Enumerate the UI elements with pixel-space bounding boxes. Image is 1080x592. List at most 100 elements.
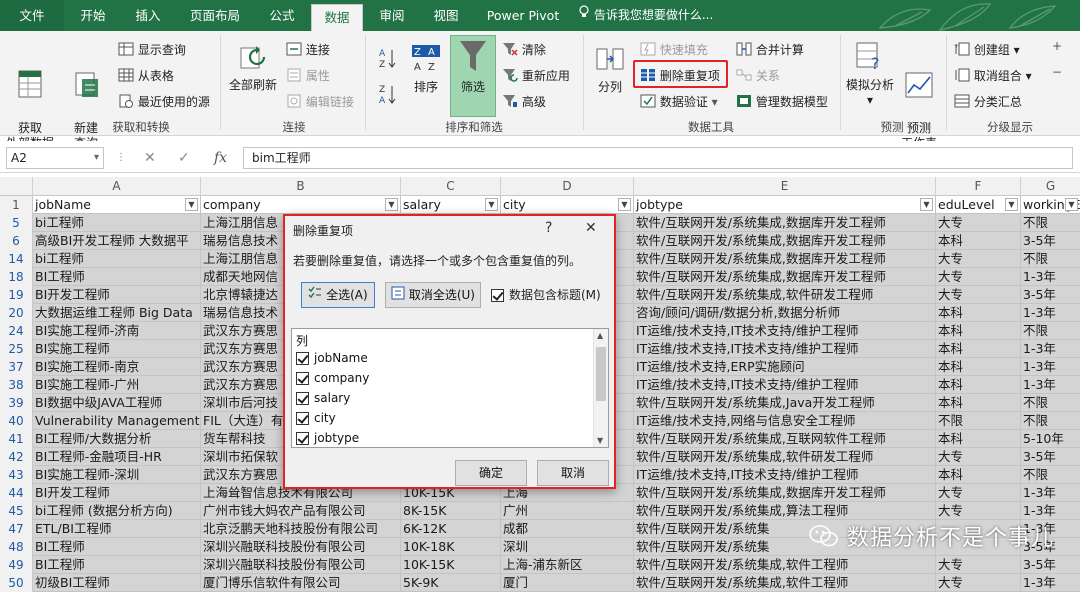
sort-asc-icon[interactable]: AZ: [378, 47, 396, 72]
row-header[interactable]: 38: [0, 376, 33, 394]
select-all-button[interactable]: 全选(A): [301, 282, 375, 308]
row-header[interactable]: 19: [0, 286, 33, 304]
cell-workingexp[interactable]: 不限: [1021, 214, 1080, 232]
tab-data[interactable]: 数据: [311, 4, 363, 31]
tab-view[interactable]: 视图: [420, 0, 472, 31]
cell-workingexp[interactable]: 1-3年: [1021, 502, 1080, 520]
cell-workingexp[interactable]: 1-3年: [1021, 574, 1080, 592]
cell-workingexp[interactable]: 不限: [1021, 466, 1080, 484]
cell-salary[interactable]: 8K-15K: [401, 502, 501, 520]
cell-jobname[interactable]: BI实施工程师-深圳: [33, 466, 201, 484]
cell-edulevel[interactable]: 本科: [936, 466, 1021, 484]
cell-city[interactable]: 广州: [501, 502, 634, 520]
cell-jobtype[interactable]: 软件/互联网开发/系统集成,算法工程师: [634, 502, 936, 520]
tab-file[interactable]: 文件: [0, 0, 64, 31]
cell-jobtype[interactable]: 软件/互联网开发/系统集成,数据库开发工程师: [634, 250, 936, 268]
filter-dropdown-button[interactable]: ▼: [385, 198, 398, 211]
cell-company[interactable]: 厦门博乐信软件有限公司: [201, 574, 401, 592]
cell-edulevel[interactable]: 本科: [936, 304, 1021, 322]
enter-icon[interactable]: ✓: [178, 147, 190, 169]
column-header-f[interactable]: F: [936, 177, 1021, 196]
cell-edulevel[interactable]: 大专: [936, 250, 1021, 268]
cell-jobname[interactable]: bi工程师 (数据分析方向): [33, 502, 201, 520]
hide-detail-icon[interactable]: −: [1052, 65, 1062, 79]
cell-edulevel[interactable]: 本科: [936, 394, 1021, 412]
header-cell-city[interactable]: city: [501, 196, 634, 214]
close-button[interactable]: ✕: [585, 220, 597, 236]
what-if-analysis-button[interactable]: ? 模拟分析 ▾: [844, 41, 896, 108]
cell-workingexp[interactable]: 1-3年: [1021, 484, 1080, 502]
row-header[interactable]: 40: [0, 412, 33, 430]
sort-desc-icon[interactable]: ZA: [378, 83, 396, 108]
cell-jobname[interactable]: bi工程师: [33, 214, 201, 232]
cell-jobtype[interactable]: IT运维/技术支持,IT技术支持/维护工程师: [634, 322, 936, 340]
cell-jobname[interactable]: BI数据中级JAVA工程师: [33, 394, 201, 412]
cell-jobname[interactable]: Vulnerability Management: [33, 412, 201, 430]
clear-filter-button[interactable]: 清除: [502, 41, 546, 59]
row-header[interactable]: 47: [0, 520, 33, 538]
cell-jobtype[interactable]: 软件/互联网开发/系统集成,数据库开发工程师: [634, 214, 936, 232]
cancel-icon[interactable]: ✕: [144, 147, 156, 169]
row-header[interactable]: 50: [0, 574, 33, 592]
cell-jobtype[interactable]: 软件/互联网开发/系统集成,数据库开发工程师: [634, 484, 936, 502]
cell-jobtype[interactable]: 软件/互联网开发/系统集成,Java开发工程师: [634, 394, 936, 412]
tell-me-box[interactable]: 告诉我您想要做什么...: [578, 0, 713, 31]
row-header[interactable]: 39: [0, 394, 33, 412]
get-external-data-button[interactable]: 获取 外部数据: [2, 39, 58, 151]
data-validation-button[interactable]: 数据验证 ▾: [640, 93, 718, 111]
column-header-e[interactable]: E: [634, 177, 936, 196]
text-to-columns-button[interactable]: 分列: [590, 45, 630, 95]
cell-jobtype[interactable]: 软件/互联网开发/系统集成,软件工程师: [634, 556, 936, 574]
list-item-company[interactable]: company: [296, 371, 369, 385]
sort-button[interactable]: ZAAZ 排序: [404, 43, 448, 95]
cell-jobtype[interactable]: 软件/互联网开发/系统集成,软件研发工程师: [634, 286, 936, 304]
cell-workingexp[interactable]: 不限: [1021, 412, 1080, 430]
name-box[interactable]: A2 ▾: [6, 147, 104, 169]
header-cell-jobtype[interactable]: jobtype: [634, 196, 936, 214]
list-item-jobtype[interactable]: jobtype: [296, 431, 359, 445]
scrollbar-thumb[interactable]: [596, 347, 606, 401]
cell-jobtype[interactable]: 咨询/顾问/调研/数据分析,数据分析师: [634, 304, 936, 322]
cancel-button[interactable]: 取消: [537, 460, 609, 486]
advanced-filter-button[interactable]: 高级: [502, 93, 546, 111]
row-header[interactable]: 1: [0, 196, 33, 214]
cell-salary[interactable]: 10K-15K: [401, 556, 501, 574]
help-button[interactable]: ?: [545, 220, 552, 236]
cell-jobname[interactable]: BI工程师: [33, 268, 201, 286]
row-header[interactable]: 42: [0, 448, 33, 466]
row-header[interactable]: 41: [0, 430, 33, 448]
filter-dropdown-button[interactable]: ▼: [185, 198, 198, 211]
list-item-city[interactable]: city: [296, 411, 336, 425]
row-header[interactable]: 45: [0, 502, 33, 520]
header-cell-jobname[interactable]: jobName: [33, 196, 201, 214]
cell-workingexp[interactable]: 1-3年: [1021, 268, 1080, 286]
cell-edulevel[interactable]: 大专: [936, 502, 1021, 520]
recent-sources-button[interactable]: 最近使用的源: [118, 93, 210, 111]
cell-jobname[interactable]: BI工程师: [33, 556, 201, 574]
row-header[interactable]: 5: [0, 214, 33, 232]
manage-data-model-button[interactable]: 管理数据模型: [736, 93, 828, 111]
column-header-d[interactable]: D: [501, 177, 634, 196]
cell-salary[interactable]: 5K-9K: [401, 574, 501, 592]
filter-dropdown-button[interactable]: ▼: [485, 198, 498, 211]
ok-button[interactable]: 确定: [455, 460, 527, 486]
row-header[interactable]: 20: [0, 304, 33, 322]
cell-jobtype[interactable]: 软件/互联网开发/系统集成,数据库开发工程师: [634, 268, 936, 286]
reapply-button[interactable]: 重新应用: [502, 67, 570, 85]
edit-links-button[interactable]: 编辑链接: [286, 93, 354, 111]
subtotal-button[interactable]: 分类汇总: [954, 93, 1022, 111]
cell-salary[interactable]: 6K-12K: [401, 520, 501, 538]
list-item-jobname[interactable]: jobName: [296, 351, 368, 365]
cell-workingexp[interactable]: 不限: [1021, 322, 1080, 340]
cell-salary[interactable]: 10K-18K: [401, 538, 501, 556]
tab-page-layout[interactable]: 页面布局: [176, 0, 254, 31]
has-header-checkbox[interactable]: 数据包含标题(M): [491, 286, 601, 303]
cell-jobname[interactable]: BI实施工程师-济南: [33, 322, 201, 340]
cell-company[interactable]: 深圳兴融联科技股份有限公司: [201, 538, 401, 556]
flash-fill-button[interactable]: 快速填充: [640, 41, 708, 59]
cell-jobtype[interactable]: IT运维/技术支持,IT技术支持/维护工程师: [634, 340, 936, 358]
cell-company[interactable]: 深圳兴融联科技股份有限公司: [201, 556, 401, 574]
cell-edulevel[interactable]: 大专: [936, 484, 1021, 502]
cell-jobname[interactable]: BI开发工程师: [33, 484, 201, 502]
column-header-b[interactable]: B: [201, 177, 401, 196]
